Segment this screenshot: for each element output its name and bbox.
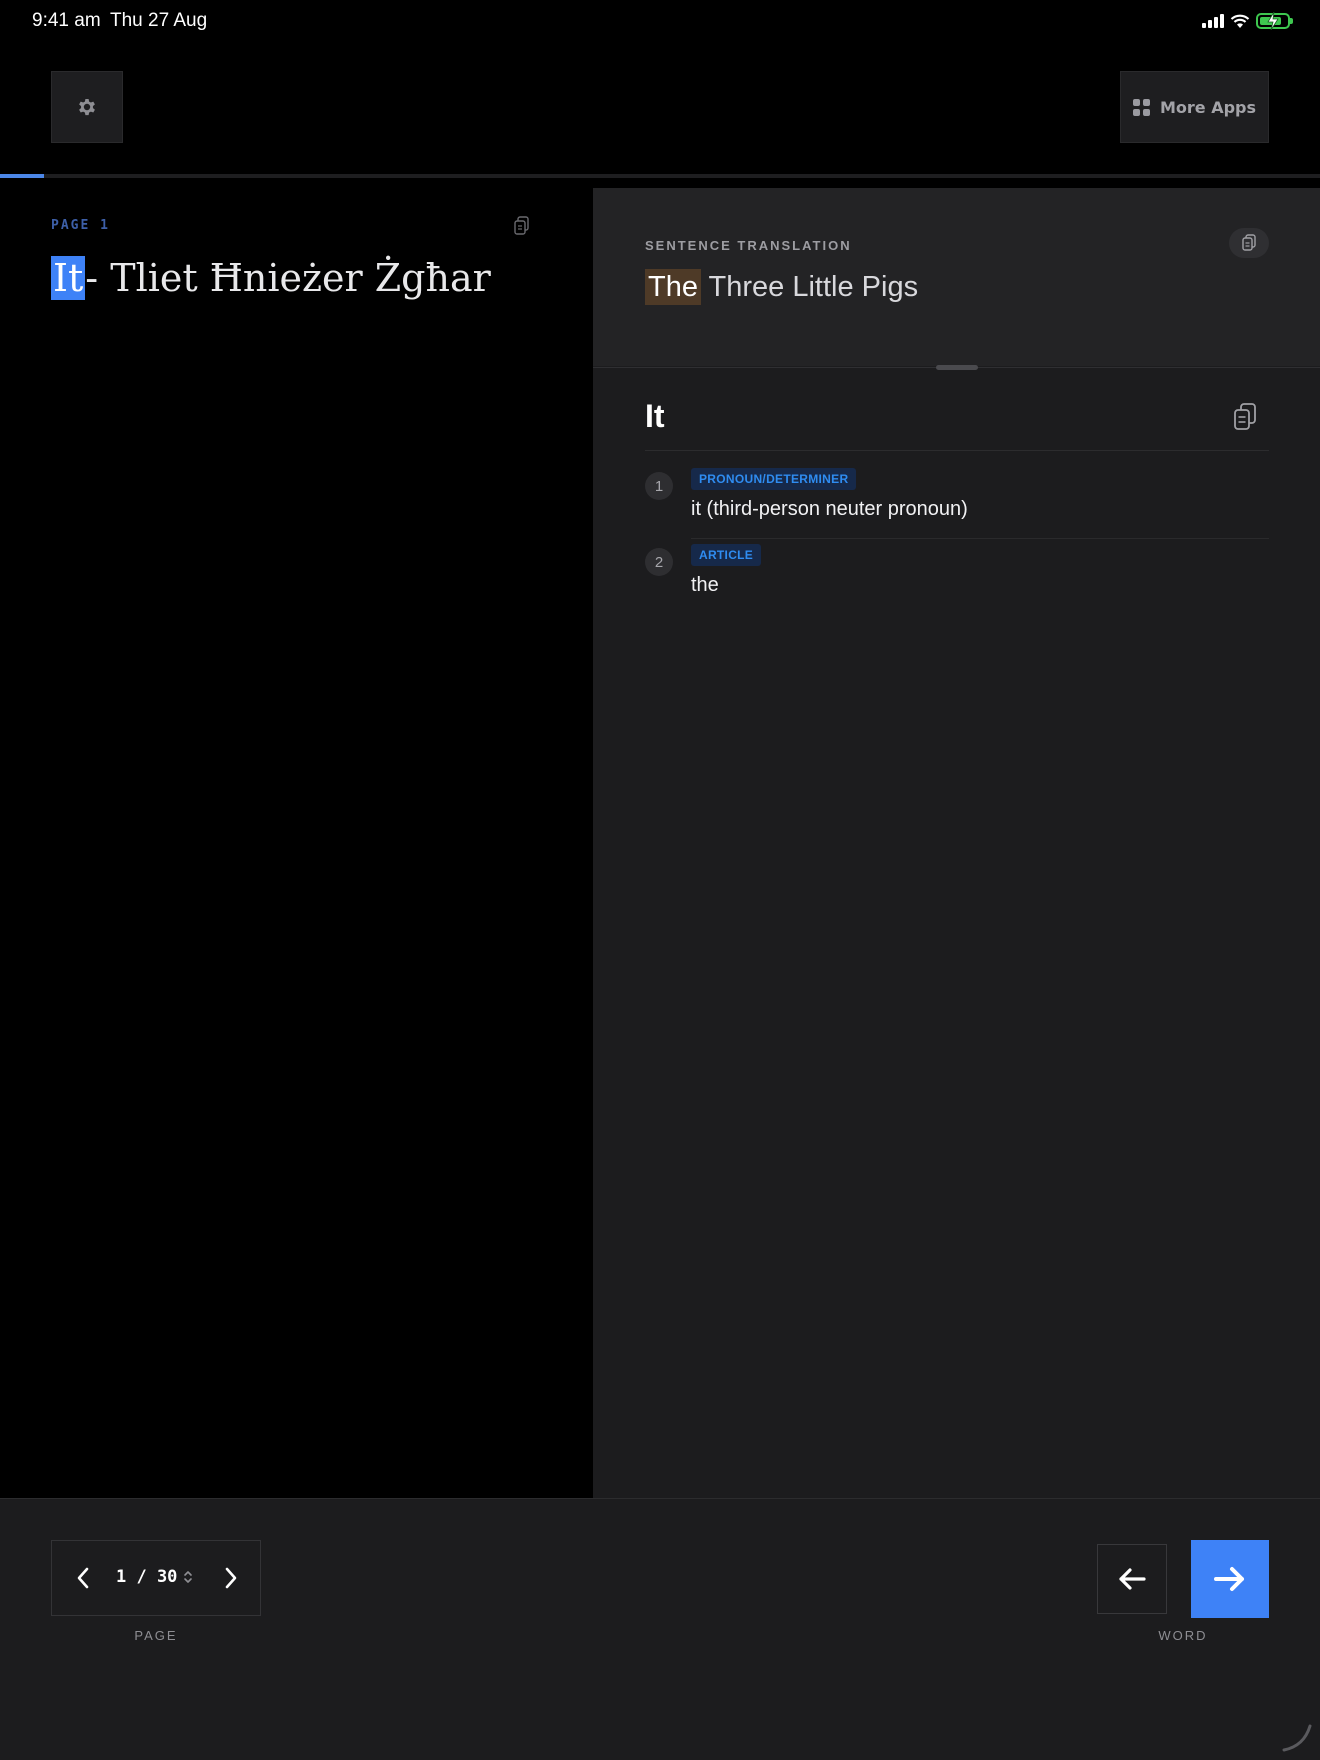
sentence-word[interactable]: Ħnieżer <box>210 256 363 300</box>
cellular-signal-icon <box>1202 14 1224 28</box>
wifi-icon <box>1230 14 1250 28</box>
status-bar: 9:41 am Thu 27 Aug <box>0 0 1320 42</box>
page-select-value: 1 / 30 <box>116 1567 178 1587</box>
page-stepper: 1 / 30 <box>51 1540 261 1616</box>
previous-word-button[interactable] <box>1097 1544 1167 1614</box>
sentence-word[interactable]: Żgħar <box>375 256 491 300</box>
page-label: PAGE 1 <box>51 218 110 233</box>
battery-icon <box>1256 12 1293 30</box>
copy-translation-button[interactable] <box>1229 228 1269 258</box>
page-stepper-caption: PAGE <box>134 1628 178 1643</box>
bottom-navigation-bar: 1 / 30 PAGE WORD <box>0 1498 1320 1760</box>
copy-icon <box>1234 403 1256 430</box>
copy-page-button[interactable] <box>510 214 534 238</box>
chevron-right-icon <box>225 1567 237 1589</box>
translation-highlighted-word: The <box>645 269 701 305</box>
sentence-word[interactable]: - <box>85 256 98 300</box>
previous-page-button[interactable] <box>68 1563 98 1593</box>
arrow-right-icon <box>1214 1567 1244 1591</box>
definition-divider <box>691 538 1269 539</box>
selected-word-title: It <box>645 398 665 434</box>
status-time: 9:41 am <box>32 10 101 31</box>
sentence-translation-section: SENTENCE TRANSLATION The Three Little Pi… <box>593 188 1320 366</box>
arrow-left-icon <box>1119 1568 1146 1590</box>
word-nav-caption: WORD <box>1158 1628 1208 1643</box>
word-divider <box>645 450 1269 451</box>
sentence-word[interactable]: Tliet <box>110 256 197 300</box>
next-word-button[interactable] <box>1191 1540 1269 1618</box>
status-icons <box>1202 12 1293 30</box>
definition-number: 1 <box>645 472 673 500</box>
part-of-speech-tag: ARTICLE <box>691 544 762 566</box>
settings-button[interactable] <box>51 71 123 143</box>
next-page-button[interactable] <box>216 1563 246 1593</box>
definition-number: 2 <box>645 548 673 576</box>
chevron-left-icon <box>77 1567 89 1589</box>
translation-text: The Three Little Pigs <box>645 269 919 305</box>
grid-icon <box>1132 98 1150 116</box>
resize-corner-icon <box>1282 1724 1312 1752</box>
chevron-up-down-icon <box>184 1571 193 1583</box>
page-sentence: It- Tliet Ħnieżer Żgħar <box>51 256 491 300</box>
resize-handle[interactable] <box>936 365 978 370</box>
more-apps-label: More Apps <box>1159 97 1257 117</box>
status-date: Thu 27 Aug <box>110 10 208 31</box>
gear-icon <box>79 99 95 116</box>
definition-text: the <box>691 574 719 596</box>
sentence-word-active[interactable]: It <box>51 256 86 300</box>
page-select[interactable]: 1 / 30 <box>116 1567 193 1587</box>
part-of-speech-tag: PRONOUN/DETERMINER <box>691 468 857 490</box>
definition-text: it (third-person neuter pronoun) <box>691 498 968 520</box>
translation-heading: SENTENCE TRANSLATION <box>645 238 852 253</box>
more-apps-button[interactable]: More Apps <box>1120 71 1269 143</box>
translation-panel: SENTENCE TRANSLATION The Three Little Pi… <box>593 188 1320 1498</box>
copy-word-button[interactable] <box>1229 400 1261 434</box>
copy-icon <box>1242 234 1256 251</box>
copy-icon <box>514 216 529 235</box>
source-page-panel: PAGE 1 It- Tliet Ħnieżer Żgħar <box>0 178 593 1498</box>
translation-rest: Three Little Pigs <box>708 271 919 303</box>
